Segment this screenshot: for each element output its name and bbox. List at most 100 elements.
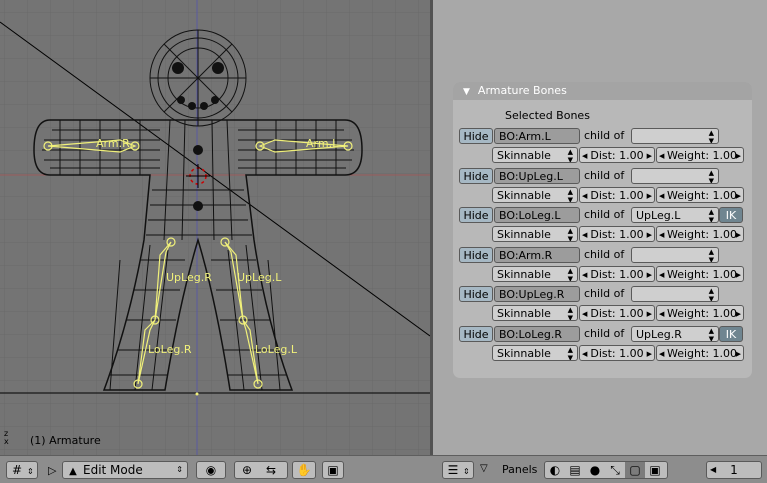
weight-field[interactable]: ◀ Weight: 1.00 ▶ <box>656 265 744 282</box>
parent-select[interactable]: UpLeg.R ▲ ▼ <box>631 325 719 342</box>
panel-title: Armature Bones <box>477 84 567 97</box>
panels-triangle-icon[interactable]: ▽ <box>480 463 488 474</box>
bone-name-field[interactable]: BO:Arm.L <box>494 128 580 144</box>
dist-label: Dist: <box>590 307 616 320</box>
origin-dot <box>195 392 199 396</box>
weight-field[interactable]: ◀ Weight: 1.00 ▶ <box>656 226 744 242</box>
skinnable-select[interactable]: Skinnable ▲ ▼ <box>492 265 578 282</box>
increment-arrow-icon[interactable]: ▶ <box>647 227 652 241</box>
skinnable-select[interactable]: Skinnable ▲ ▼ <box>492 186 578 203</box>
context-buttons[interactable]: ◐ ▤ ● ⤡ ▢ ▣ <box>544 461 668 479</box>
panel-header[interactable]: ▼ Armature Bones <box>453 82 752 100</box>
bone-name-field[interactable]: BO:Arm.R <box>494 246 580 263</box>
hand-tool-button[interactable]: ✋ <box>292 461 316 479</box>
bone-name-field[interactable]: BO:LoLeg.R <box>494 325 580 342</box>
increment-arrow-icon[interactable]: ▶ <box>736 188 741 202</box>
parent-select[interactable]: ▲ ▼ <box>631 128 719 144</box>
scene-icon[interactable]: ▣ <box>645 462 665 478</box>
increment-arrow-icon[interactable]: ▶ <box>736 346 741 360</box>
increment-arrow-icon[interactable]: ▶ <box>647 306 652 320</box>
weight-field[interactable]: ◀ Weight: 1.00 ▶ <box>656 186 744 203</box>
parent-select[interactable]: ▲ ▼ <box>631 286 719 302</box>
weight-text: Weight: 1.00 <box>667 148 737 162</box>
increment-arrow-icon[interactable]: ▶ <box>736 306 741 320</box>
decrement-arrow-icon[interactable]: ◀ <box>659 227 664 241</box>
decrement-arrow-icon[interactable]: ◀ <box>659 346 664 360</box>
bone-label-loleg-r: LoLeg.R <box>148 343 192 356</box>
decrement-arrow-icon[interactable]: ◀ <box>659 306 664 320</box>
increment-arrow-icon[interactable]: ▶ <box>736 267 741 281</box>
skinnable-value: Skinnable <box>497 307 551 320</box>
hide-button[interactable]: Hide <box>459 246 493 263</box>
draw-type-menu[interactable]: ◉ <box>196 461 226 479</box>
armature-bones-panel: ▼ Armature Bones Selected Bones Hide BO:A… <box>453 82 752 378</box>
skinnable-select[interactable]: Skinnable ▲ ▼ <box>492 305 578 321</box>
decrement-arrow-icon[interactable]: ◀ <box>659 148 664 162</box>
child-of-label: child of <box>584 247 625 261</box>
decrement-arrow-icon[interactable]: ◀ <box>659 188 664 202</box>
editing-icon[interactable]: ▢ <box>625 462 645 478</box>
weight-field[interactable]: ◀ Weight: 1.00 ▶ <box>656 344 744 361</box>
decrement-arrow-icon[interactable]: ◀ <box>582 267 587 281</box>
increment-arrow-icon[interactable]: ▶ <box>736 227 741 241</box>
mode-select[interactable]: ▲ Edit Mode ⇕ <box>62 461 188 479</box>
bone-name-field[interactable]: BO:UpLeg.L <box>494 167 580 184</box>
buttons-window-type-menu[interactable]: ☰ ⇕ <box>442 461 474 479</box>
logic-icon[interactable]: ◐ <box>545 462 565 478</box>
viewport-status-text: (1) Armature <box>30 434 101 447</box>
increment-arrow-icon[interactable]: ▶ <box>647 188 652 202</box>
decrement-arrow-icon[interactable]: ◀ <box>582 148 587 162</box>
weight-field[interactable]: ◀ Weight: 1.00 ▶ <box>656 147 744 163</box>
3d-viewport[interactable]: Arm.R Arm.L UpLeg.R UpLeg.L LoLeg.R LoLe… <box>0 0 430 455</box>
decrement-arrow-icon[interactable]: ◀ <box>582 188 587 202</box>
dist-field[interactable]: ◀ Dist: 1.00 ▶ <box>579 344 655 361</box>
render-preview-button[interactable]: ▣ <box>322 461 344 479</box>
decrement-arrow-icon[interactable]: ◀ <box>582 306 587 320</box>
ik-toggle[interactable]: IK <box>719 207 743 223</box>
dist-field[interactable]: ◀ Dist: 1.00 ▶ <box>579 147 655 163</box>
parent-select[interactable]: ▲ ▼ <box>631 167 719 184</box>
bone-name-field[interactable]: BO:UpLeg.R <box>494 286 580 302</box>
page-number-field[interactable]: ◀ 1 <box>706 461 762 479</box>
chevron-updown-icon: ▲ ▼ <box>567 345 573 361</box>
panels-label: Panels <box>502 463 538 476</box>
dist-field[interactable]: ◀ Dist: 1.00 ▶ <box>579 305 655 321</box>
hide-button[interactable]: Hide <box>459 167 493 184</box>
expand-triangle-icon[interactable]: ▷ <box>48 464 56 477</box>
parent-select[interactable]: ▲ ▼ <box>631 246 719 263</box>
hide-button[interactable]: Hide <box>459 128 493 144</box>
window-type-menu[interactable]: # ⇕ <box>6 461 38 479</box>
hide-button[interactable]: Hide <box>459 325 493 342</box>
child-of-label: child of <box>584 168 625 182</box>
dist-label: Dist: <box>590 346 616 360</box>
decrement-arrow-icon[interactable]: ◀ <box>582 227 587 241</box>
increment-arrow-icon[interactable]: ▶ <box>647 346 652 360</box>
increment-arrow-icon[interactable]: ▶ <box>647 267 652 281</box>
weight-field[interactable]: ◀ Weight: 1.00 ▶ <box>656 305 744 321</box>
child-of-label: child of <box>584 208 625 221</box>
page-prev-arrow-icon[interactable]: ◀ <box>710 462 716 478</box>
bone-name-field[interactable]: BO:LoLeg.L <box>494 207 580 223</box>
dist-field[interactable]: ◀ Dist: 1.00 ▶ <box>579 226 655 242</box>
skinnable-select[interactable]: Skinnable ▲ ▼ <box>492 226 578 242</box>
viewport-canvas[interactable]: Arm.R Arm.L UpLeg.R UpLeg.L LoLeg.R LoLe… <box>0 0 430 455</box>
collapse-triangle-icon[interactable]: ▼ <box>463 87 470 97</box>
increment-arrow-icon[interactable]: ▶ <box>736 148 741 162</box>
hide-button[interactable]: Hide <box>459 207 493 223</box>
weight-value: 1.00 <box>712 149 738 162</box>
skinnable-select[interactable]: Skinnable ▲ ▼ <box>492 344 578 361</box>
increment-arrow-icon[interactable]: ▶ <box>647 148 652 162</box>
ik-toggle[interactable]: IK <box>719 325 743 342</box>
pivot-menu[interactable]: ⊕ ⇆ <box>234 461 288 479</box>
skinnable-select[interactable]: Skinnable ▲ ▼ <box>492 147 578 163</box>
object-icon[interactable]: ⤡ <box>605 462 625 478</box>
decrement-arrow-icon[interactable]: ◀ <box>582 346 587 360</box>
material-icon[interactable]: ● <box>585 462 605 478</box>
dist-field[interactable]: ◀ Dist: 1.00 ▶ <box>579 265 655 282</box>
decrement-arrow-icon[interactable]: ◀ <box>659 267 664 281</box>
hide-button[interactable]: Hide <box>459 286 493 302</box>
parent-select[interactable]: UpLeg.L ▲ ▼ <box>631 207 719 223</box>
buttons-window[interactable]: ▼ Armature Bones Selected Bones Hide BO:A… <box>433 0 767 455</box>
dist-field[interactable]: ◀ Dist: 1.00 ▶ <box>579 186 655 203</box>
script-icon[interactable]: ▤ <box>565 462 585 478</box>
